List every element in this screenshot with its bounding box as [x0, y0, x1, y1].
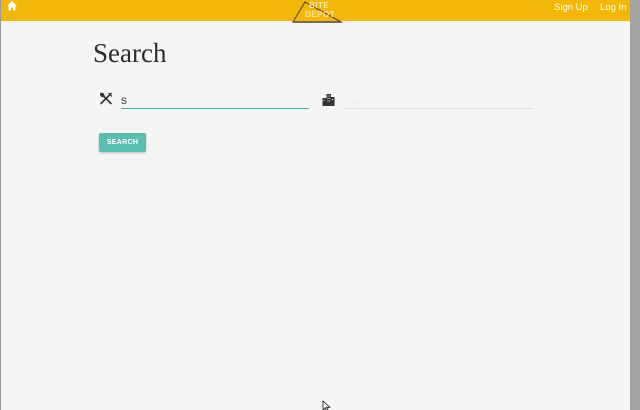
- food-search-input[interactable]: [121, 94, 309, 109]
- page-title: Search: [93, 38, 167, 68]
- city-input[interactable]: [345, 94, 533, 109]
- brand-line-1: BITE: [309, 1, 330, 10]
- fork-knife-icon: [100, 92, 113, 105]
- city-icon: [322, 94, 335, 106]
- home-icon[interactable]: [6, 0, 18, 12]
- login-link[interactable]: Log In: [600, 2, 626, 13]
- window-scrollbar[interactable]: [630, 0, 640, 410]
- navbar: BITE DEPOT Sign Up Log In: [1, 0, 630, 23]
- page: BITE DEPOT Sign Up Log In Search SEARCH: [1, 0, 630, 410]
- brand-logo[interactable]: BITE DEPOT: [291, 0, 343, 23]
- brand-line-2: DEPOT: [305, 10, 336, 19]
- signup-link[interactable]: Sign Up: [554, 2, 588, 13]
- mouse-cursor-icon: [322, 400, 331, 410]
- search-button[interactable]: SEARCH: [99, 133, 146, 152]
